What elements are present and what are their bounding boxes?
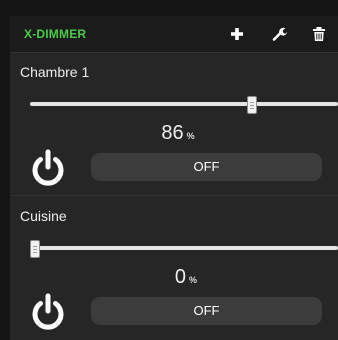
- device-chambre-1: Chambre 1 86% OFF: [10, 54, 338, 196]
- value-number: 86: [161, 122, 184, 144]
- dimmer-value: 86%: [10, 122, 338, 145]
- slider-handle[interactable]: [30, 240, 40, 258]
- power-icon[interactable]: [28, 148, 68, 188]
- plus-icon[interactable]: [228, 25, 246, 43]
- slider-track[interactable]: [30, 102, 338, 106]
- value-unit: %: [186, 131, 195, 141]
- widget-title: X-DIMMER: [24, 27, 87, 41]
- xdimmer-widget: X-DIMMER Chambre 1 86 % OFF Cuisine 0 % …: [10, 16, 338, 340]
- device-cuisine: Cuisine 0% OFF: [10, 198, 338, 338]
- dimmer-slider[interactable]: [30, 240, 338, 258]
- value-unit: %: [189, 275, 198, 285]
- off-button[interactable]: OFF: [91, 297, 322, 325]
- off-button[interactable]: OFF: [91, 153, 322, 181]
- trash-icon[interactable]: [310, 25, 328, 43]
- power-icon[interactable]: [28, 292, 68, 332]
- device-name: Chambre 1: [20, 64, 90, 80]
- dimmer-slider[interactable]: [30, 96, 338, 114]
- widget-header: X-DIMMER: [10, 16, 338, 53]
- value-number: 0: [174, 266, 187, 288]
- slider-handle[interactable]: [246, 96, 257, 114]
- dimmer-value: 0%: [10, 266, 338, 289]
- slider-track[interactable]: [30, 246, 338, 250]
- device-name: Cuisine: [20, 208, 67, 224]
- wrench-icon[interactable]: [270, 25, 288, 43]
